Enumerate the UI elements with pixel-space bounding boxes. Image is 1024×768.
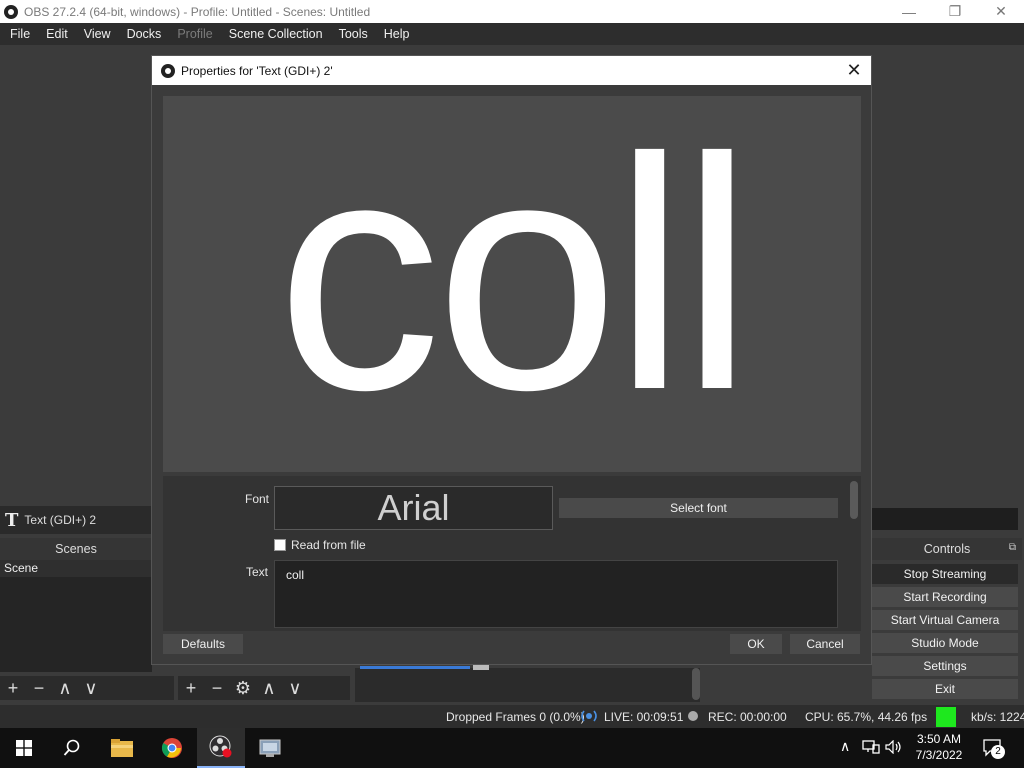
stop-streaming-button[interactable]: Stop Streaming bbox=[872, 564, 1018, 584]
network-status-icon[interactable] bbox=[862, 740, 880, 754]
selected-source-bar: T Text (GDI+) 2 bbox=[0, 506, 152, 534]
obs-taskbar-icon[interactable] bbox=[197, 728, 245, 768]
selected-source-name: Text (GDI+) 2 bbox=[24, 513, 97, 527]
scene-item[interactable]: Scene bbox=[0, 560, 152, 577]
obs-logo-icon bbox=[161, 63, 175, 78]
remove-source-button[interactable]: − bbox=[204, 676, 230, 700]
cancel-button[interactable]: Cancel bbox=[790, 634, 860, 654]
clock-date: 7/3/2022 bbox=[915, 748, 963, 762]
bitrate: kb/s: 1224 bbox=[971, 710, 1024, 724]
stream-health-indicator bbox=[936, 707, 956, 727]
add-source-button[interactable]: + bbox=[178, 676, 204, 700]
source-preview: coll bbox=[163, 96, 861, 472]
move-source-down-button[interactable]: ∨ bbox=[282, 676, 308, 700]
tray-chevron-up-icon[interactable]: ∧ bbox=[840, 738, 850, 755]
text-label: Text bbox=[246, 565, 269, 579]
undock-icon[interactable]: ⧉ bbox=[1009, 542, 1016, 553]
minimize-button[interactable]: — bbox=[886, 0, 932, 23]
menu-profile[interactable]: Profile bbox=[169, 23, 220, 45]
start-virtual-camera-button[interactable]: Start Virtual Camera bbox=[872, 610, 1018, 630]
dialog-close-button[interactable]: ✕ bbox=[843, 59, 865, 81]
dropped-frames: Dropped Frames 0 (0.0%) bbox=[446, 710, 585, 724]
file-explorer-icon[interactable] bbox=[98, 728, 146, 768]
font-preview: Arial bbox=[274, 486, 553, 530]
sources-toolbar: + − ⚙ ∧ ∨ bbox=[178, 676, 350, 700]
obs-logo-icon bbox=[4, 4, 18, 19]
move-source-up-button[interactable]: ∧ bbox=[256, 676, 282, 700]
window-title: OBS 27.2.4 (64-bit, windows) - Profile: … bbox=[24, 4, 371, 19]
menu-scene-collection[interactable]: Scene Collection bbox=[221, 23, 331, 45]
start-recording-button[interactable]: Start Recording bbox=[872, 587, 1018, 607]
windows-start-icon[interactable] bbox=[0, 728, 48, 768]
notification-count-badge: 2 bbox=[991, 745, 1005, 759]
text-input[interactable]: coll bbox=[274, 560, 838, 628]
live-time: LIVE: 00:09:51 bbox=[604, 710, 684, 724]
cpu-fps: CPU: 65.7%, 44.26 fps bbox=[805, 710, 928, 724]
menu-file[interactable]: File bbox=[2, 23, 38, 45]
font-label: Font bbox=[245, 492, 270, 506]
network-app-icon[interactable] bbox=[246, 728, 294, 768]
controls-header: Controls ⧉ bbox=[872, 538, 1022, 560]
controls-title: Controls bbox=[923, 542, 971, 556]
ok-button[interactable]: OK bbox=[730, 634, 782, 654]
menu-edit[interactable]: Edit bbox=[38, 23, 76, 45]
notifications-icon[interactable]: 2 bbox=[982, 738, 1005, 759]
add-scene-button[interactable]: + bbox=[0, 676, 26, 700]
select-font-button[interactable]: Select font bbox=[559, 498, 838, 518]
volume-meter bbox=[360, 666, 470, 669]
properties-panel: Font Arial Select font Read from file Te… bbox=[163, 476, 861, 631]
status-bar: Dropped Frames 0 (0.0%) LIVE: 00:09:51 R… bbox=[0, 705, 1024, 729]
move-scene-up-button[interactable]: ∧ bbox=[52, 676, 78, 700]
remove-scene-button[interactable]: − bbox=[26, 676, 52, 700]
move-scene-down-button[interactable]: ∨ bbox=[78, 676, 104, 700]
volume-icon[interactable] bbox=[885, 740, 903, 754]
menu-bar: File Edit View Docks Profile Scene Colle… bbox=[0, 23, 1024, 45]
properties-scrollbar[interactable] bbox=[850, 481, 858, 519]
text-source-icon: T bbox=[5, 509, 19, 531]
studio-mode-button[interactable]: Studio Mode bbox=[872, 633, 1018, 653]
scenes-list[interactable]: Scene bbox=[0, 560, 152, 672]
scenes-header: Scenes bbox=[0, 538, 152, 560]
settings-button[interactable]: Settings bbox=[872, 656, 1018, 676]
maximize-button[interactable]: ❐ bbox=[932, 0, 978, 23]
chrome-icon[interactable] bbox=[148, 728, 196, 768]
window-titlebar: OBS 27.2.4 (64-bit, windows) - Profile: … bbox=[0, 0, 1024, 23]
read-from-file-checkbox[interactable] bbox=[274, 539, 286, 551]
rec-time: REC: 00:00:00 bbox=[708, 710, 787, 724]
menu-view[interactable]: View bbox=[76, 23, 119, 45]
clock-time: 3:50 AM bbox=[916, 732, 962, 746]
search-icon[interactable] bbox=[48, 728, 96, 768]
exit-button[interactable]: Exit bbox=[872, 679, 1018, 699]
close-window-button[interactable]: ✕ bbox=[978, 0, 1024, 23]
menu-tools[interactable]: Tools bbox=[331, 23, 376, 45]
taskbar-clock[interactable]: 3:50 AM 7/3/2022 bbox=[904, 731, 974, 763]
dialog-title: Properties for 'Text (GDI+) 2' bbox=[181, 63, 333, 78]
preview-text: coll bbox=[276, 96, 753, 458]
properties-dialog: Properties for 'Text (GDI+) 2' ✕ coll Fo… bbox=[151, 55, 872, 665]
defaults-button[interactable]: Defaults bbox=[163, 634, 243, 654]
rec-indicator-icon bbox=[688, 711, 698, 721]
scenes-toolbar: + − ∧ ∨ bbox=[0, 676, 174, 700]
mixer-scrollbar[interactable] bbox=[692, 668, 700, 700]
live-broadcast-icon bbox=[581, 710, 597, 722]
controls-top-strip bbox=[872, 508, 1018, 530]
read-from-file-checkbox-row[interactable]: Read from file bbox=[274, 538, 366, 552]
menu-docks[interactable]: Docks bbox=[119, 23, 170, 45]
read-from-file-label: Read from file bbox=[291, 538, 366, 552]
dialog-titlebar: Properties for 'Text (GDI+) 2' ✕ bbox=[152, 56, 871, 85]
audio-mixer-area bbox=[355, 668, 700, 702]
source-properties-button[interactable]: ⚙ bbox=[230, 676, 256, 700]
menu-help[interactable]: Help bbox=[376, 23, 418, 45]
